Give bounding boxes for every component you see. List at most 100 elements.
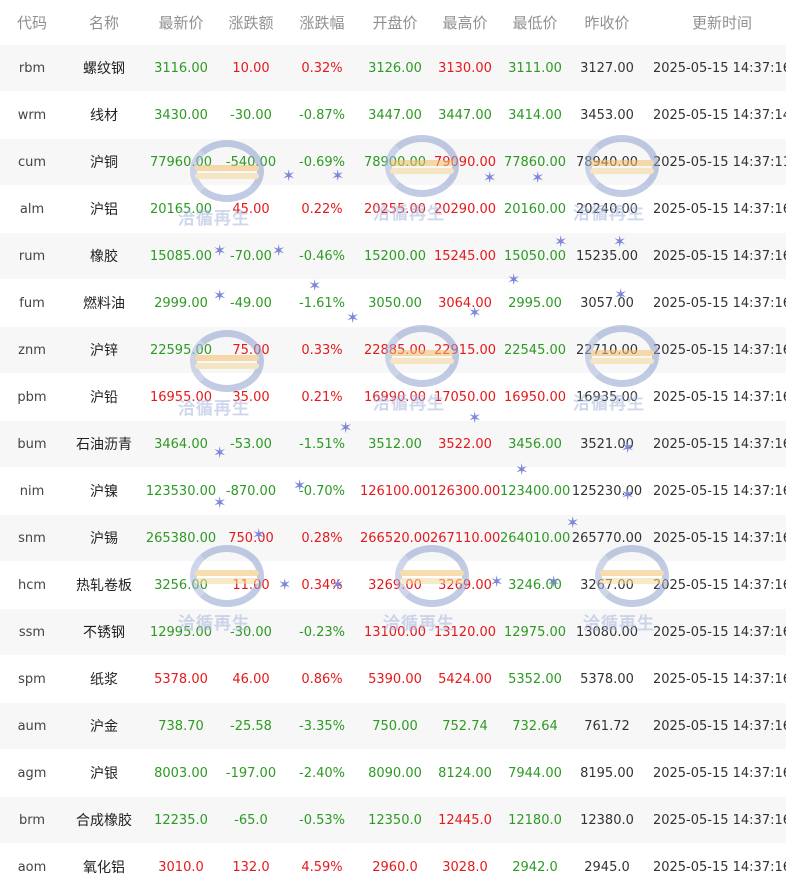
header-name: 名称 [64, 0, 144, 45]
row-name: 沪铜 [64, 139, 144, 186]
row-open: 8090.00 [360, 750, 430, 797]
row-change-percent: 0.32% [284, 45, 360, 92]
table-row[interactable]: rbm螺纹钢3116.0010.000.32%3126.003130.00311… [0, 45, 786, 92]
row-last-price: 8003.00 [144, 750, 218, 797]
row-last-price: 3256.00 [144, 562, 218, 609]
row-change: -30.00 [218, 609, 284, 656]
row-name: 螺纹钢 [64, 45, 144, 92]
row-last-price: 3430.00 [144, 92, 218, 139]
row-low: 123400.00 [500, 468, 570, 515]
row-last-price: 3464.00 [144, 421, 218, 468]
row-name: 沪镍 [64, 468, 144, 515]
row-open: 126100.00 [360, 468, 430, 515]
row-name: 氧化铝 [64, 844, 144, 890]
row-prev-close: 265770.00 [570, 515, 644, 562]
row-low: 22545.00 [500, 327, 570, 374]
header-open: 开盘价 [360, 0, 430, 45]
table-row[interactable]: pbm沪铅16955.0035.000.21%16990.0017050.001… [0, 374, 786, 421]
row-name: 沪锡 [64, 515, 144, 562]
row-prev-close: 12380.0 [570, 797, 644, 844]
row-high: 126300.00 [430, 468, 500, 515]
header-row: 代码 名称 最新价 涨跌额 涨跌幅 开盘价 最高价 最低价 昨收价 更新时间 [0, 0, 786, 45]
row-code: snm [0, 515, 64, 562]
table-row[interactable]: cum沪铜77960.00-540.00-0.69%78900.0079090.… [0, 139, 786, 186]
row-change-percent: -1.51% [284, 421, 360, 468]
table-row[interactable]: wrm线材3430.00-30.00-0.87%3447.003447.0034… [0, 92, 786, 139]
table-row[interactable]: snm沪锡265380.00750.000.28%266520.00267110… [0, 515, 786, 562]
row-change: -25.58 [218, 703, 284, 750]
row-change: -197.00 [218, 750, 284, 797]
row-code: cum [0, 139, 64, 186]
row-change-percent: 0.86% [284, 656, 360, 703]
table-row[interactable]: alm沪铝20165.0045.000.22%20255.0020290.002… [0, 186, 786, 233]
row-name: 线材 [64, 92, 144, 139]
table-row[interactable]: ssm不锈钢12995.00-30.00-0.23%13100.0013120.… [0, 609, 786, 656]
row-last-price: 738.70 [144, 703, 218, 750]
row-code: aum [0, 703, 64, 750]
row-open: 13100.00 [360, 609, 430, 656]
row-update-time: 2025-05-15 14:37:16 [644, 374, 786, 421]
table-row[interactable]: agm沪银8003.00-197.00-2.40%8090.008124.007… [0, 750, 786, 797]
row-code: aom [0, 844, 64, 890]
row-open: 12350.0 [360, 797, 430, 844]
row-low: 15050.00 [500, 233, 570, 280]
row-prev-close: 125230.00 [570, 468, 644, 515]
row-high: 3269.00 [430, 562, 500, 609]
row-high: 3130.00 [430, 45, 500, 92]
row-change-percent: 0.28% [284, 515, 360, 562]
row-change-percent: -1.61% [284, 280, 360, 327]
row-update-time: 2025-05-15 14:37:16 [644, 750, 786, 797]
row-last-price: 20165.00 [144, 186, 218, 233]
table-row[interactable]: nim沪镍123530.00-870.00-0.70%126100.001263… [0, 468, 786, 515]
row-low: 12180.0 [500, 797, 570, 844]
row-prev-close: 78940.00 [570, 139, 644, 186]
row-prev-close: 8195.00 [570, 750, 644, 797]
row-change: -53.00 [218, 421, 284, 468]
row-open: 3512.00 [360, 421, 430, 468]
table-row[interactable]: aum沪金738.70-25.58-3.35%750.00752.74732.6… [0, 703, 786, 750]
row-high: 3028.0 [430, 844, 500, 890]
row-last-price: 265380.00 [144, 515, 218, 562]
row-update-time: 2025-05-15 14:37:16 [644, 45, 786, 92]
header-low: 最低价 [500, 0, 570, 45]
header-last-price: 最新价 [144, 0, 218, 45]
row-change-percent: 0.33% [284, 327, 360, 374]
row-change: 10.00 [218, 45, 284, 92]
table-row[interactable]: fum燃料油2999.00-49.00-1.61%3050.003064.002… [0, 280, 786, 327]
row-change: 35.00 [218, 374, 284, 421]
row-update-time: 2025-05-15 14:37:14 [644, 92, 786, 139]
table-row[interactable]: bum石油沥青3464.00-53.00-1.51%3512.003522.00… [0, 421, 786, 468]
row-change: -65.0 [218, 797, 284, 844]
row-low: 12975.00 [500, 609, 570, 656]
header-high: 最高价 [430, 0, 500, 45]
row-update-time: 2025-05-15 14:37:16 [644, 562, 786, 609]
row-low: 3456.00 [500, 421, 570, 468]
row-code: pbm [0, 374, 64, 421]
row-update-time: 2025-05-15 14:37:16 [644, 421, 786, 468]
row-open: 16990.00 [360, 374, 430, 421]
row-prev-close: 3057.00 [570, 280, 644, 327]
row-code: hcm [0, 562, 64, 609]
row-code: nim [0, 468, 64, 515]
row-name: 石油沥青 [64, 421, 144, 468]
table-row[interactable]: spm纸浆5378.0046.000.86%5390.005424.005352… [0, 656, 786, 703]
row-high: 3522.00 [430, 421, 500, 468]
row-open: 5390.00 [360, 656, 430, 703]
table-row[interactable]: znm沪锌22595.0075.000.33%22885.0022915.002… [0, 327, 786, 374]
table-row[interactable]: rum橡胶15085.00-70.00-0.46%15200.0015245.0… [0, 233, 786, 280]
table-row[interactable]: hcm热轧卷板3256.0011.000.34%3269.003269.0032… [0, 562, 786, 609]
row-code: rbm [0, 45, 64, 92]
row-low: 20160.00 [500, 186, 570, 233]
table-row[interactable]: brm合成橡胶12235.0-65.0-0.53%12350.012445.01… [0, 797, 786, 844]
row-change-percent: -0.69% [284, 139, 360, 186]
row-open: 78900.00 [360, 139, 430, 186]
row-update-time: 2025-05-15 14:37:16 [644, 844, 786, 890]
row-code: wrm [0, 92, 64, 139]
row-low: 3414.00 [500, 92, 570, 139]
row-high: 752.74 [430, 703, 500, 750]
quotes-table: 代码 名称 最新价 涨跌额 涨跌幅 开盘价 最高价 最低价 昨收价 更新时间 r… [0, 0, 786, 890]
header-change-percent: 涨跌幅 [284, 0, 360, 45]
row-change-percent: 0.34% [284, 562, 360, 609]
table-row[interactable]: aom氧化铝3010.0132.04.59%2960.03028.02942.0… [0, 844, 786, 890]
row-change-percent: 0.22% [284, 186, 360, 233]
